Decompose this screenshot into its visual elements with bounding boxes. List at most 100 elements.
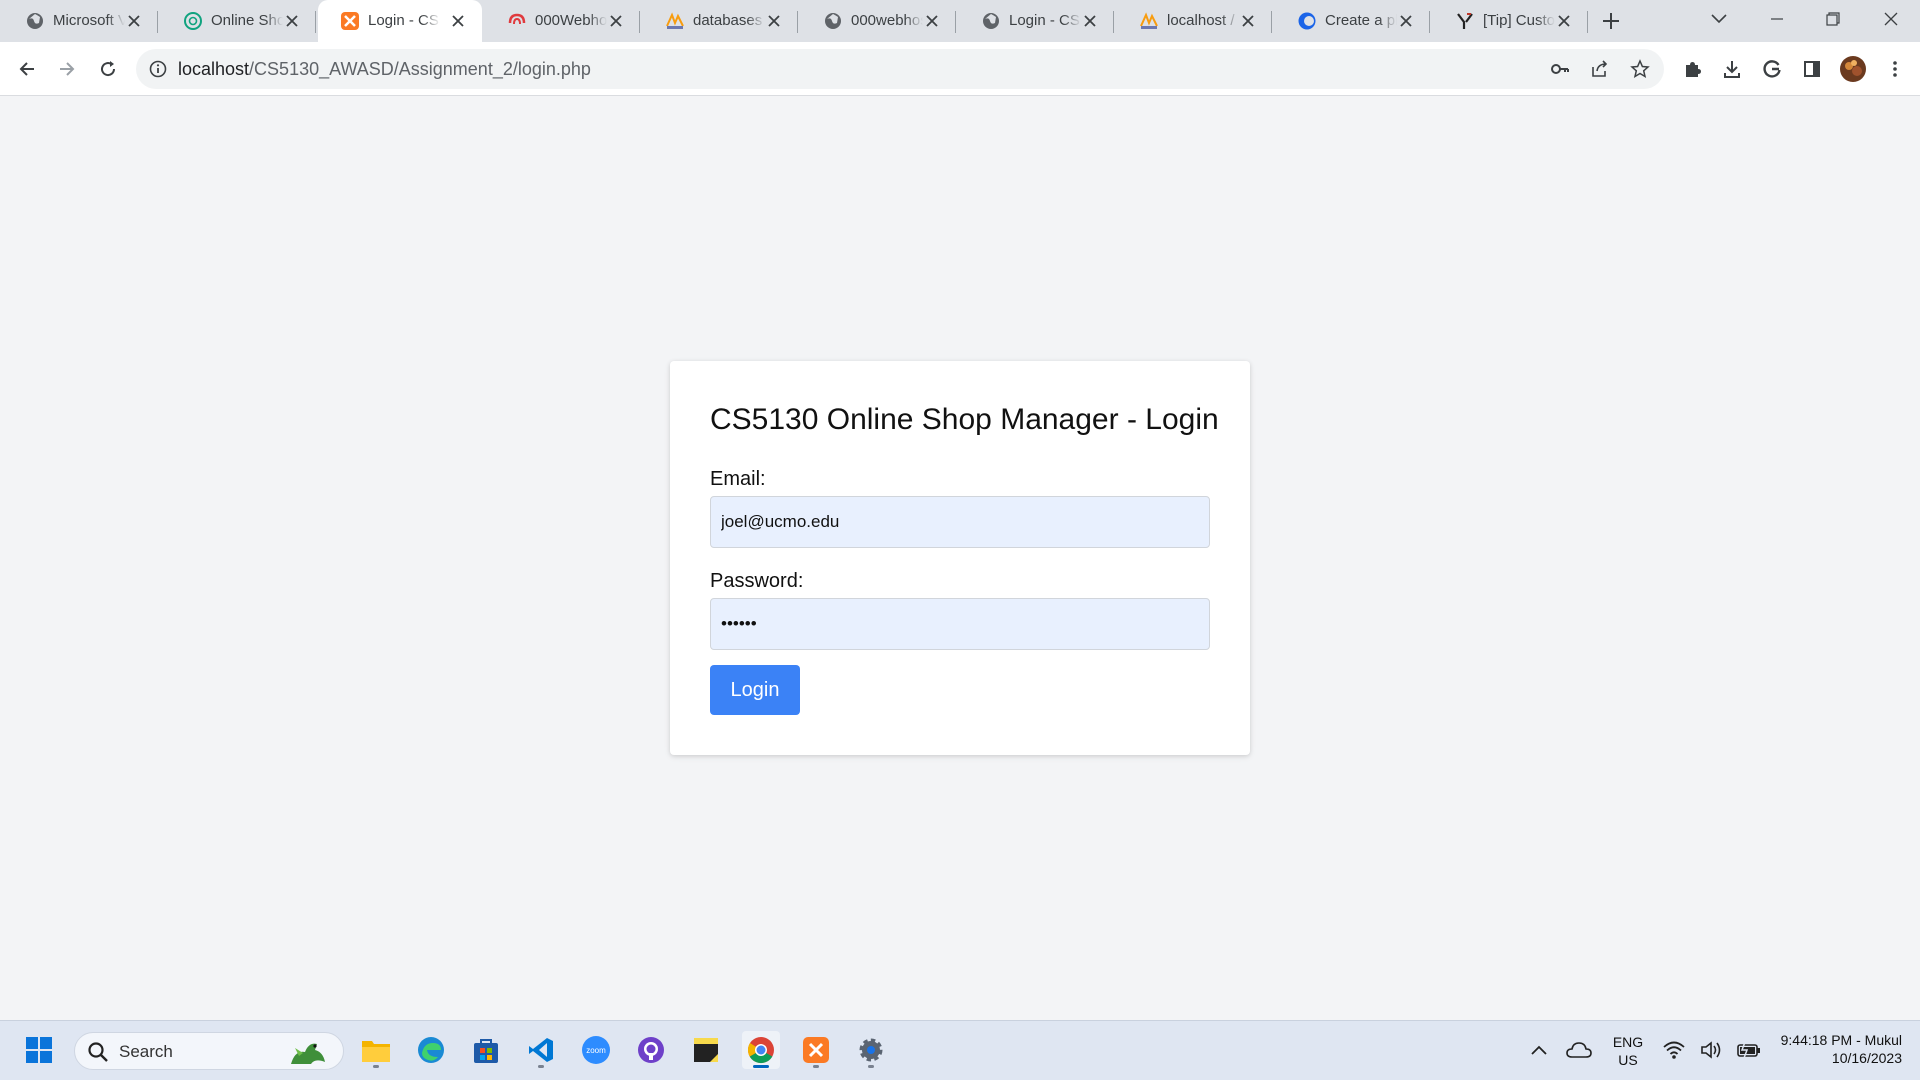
running-indicator	[753, 1065, 769, 1068]
url-path: /CS5130_AWASD/Assignment_2/login.php	[249, 59, 591, 79]
browser-toolbar: localhost/CS5130_AWASD/Assignment_2/logi…	[0, 42, 1920, 96]
close-icon[interactable]	[1080, 11, 1100, 31]
close-icon[interactable]	[282, 11, 302, 31]
taskbar: Search zoom ENG US 9:44:18 PM - Mukul 10…	[0, 1020, 1920, 1080]
onedrive-button[interactable]	[1560, 1031, 1598, 1069]
tab-title: 000webhos	[851, 12, 923, 29]
tab-7[interactable]: Login - CS5	[956, 0, 1114, 42]
close-window-button[interactable]	[1876, 4, 1906, 34]
info-icon[interactable]	[148, 59, 168, 79]
language-indicator[interactable]: ENG US	[1604, 1033, 1652, 1069]
tab-8[interactable]: localhost /	[1114, 0, 1272, 42]
browser-menu-button[interactable]	[1880, 54, 1910, 84]
tab-title: localhost /	[1167, 12, 1235, 29]
back-button[interactable]	[12, 54, 42, 84]
svg-text:zoom: zoom	[586, 1046, 606, 1055]
extensions-button[interactable]	[1678, 54, 1708, 84]
new-tab-button[interactable]	[1596, 6, 1626, 36]
github-icon	[638, 1037, 664, 1063]
running-indicator	[538, 1065, 544, 1068]
side-panel-icon	[1804, 61, 1820, 77]
share-icon[interactable]	[1588, 57, 1612, 81]
github-desktop-app[interactable]	[632, 1031, 670, 1069]
start-button[interactable]	[20, 1031, 58, 1069]
url-text[interactable]: localhost/CS5130_AWASD/Assignment_2/logi…	[178, 59, 591, 80]
windows-logo-icon	[26, 1037, 52, 1063]
webhost-icon	[508, 13, 526, 25]
google-icon	[1763, 60, 1781, 78]
xampp-app[interactable]	[797, 1031, 835, 1069]
tab-5[interactable]: databases	[640, 0, 798, 42]
downloads-button[interactable]	[1717, 54, 1747, 84]
kebab-menu-icon	[1893, 61, 1897, 77]
tab-divider	[315, 11, 316, 33]
edge-app[interactable]	[412, 1031, 450, 1069]
password-key-icon[interactable]	[1548, 57, 1572, 81]
email-field[interactable]	[710, 496, 1210, 548]
search-icon	[88, 1042, 108, 1062]
tab-2[interactable]: Online Sho	[158, 0, 316, 42]
edge-icon	[418, 1037, 444, 1063]
minimize-button[interactable]	[1762, 4, 1792, 34]
close-icon[interactable]	[1238, 11, 1258, 31]
login-card: CS5130 Online Shop Manager - Login Email…	[670, 361, 1250, 755]
download-icon	[1724, 61, 1740, 78]
clock[interactable]: 9:44:18 PM - Mukul 10/16/2023	[1752, 1031, 1902, 1067]
close-icon[interactable]	[1396, 11, 1416, 31]
tab-divider	[1587, 11, 1588, 33]
tab-title: [Tip] Custo	[1483, 12, 1555, 29]
arrow-right-icon	[60, 62, 75, 76]
close-icon[interactable]	[922, 11, 942, 31]
keyboard-layout: US	[1618, 1052, 1638, 1068]
chrome-app[interactable]	[742, 1031, 780, 1069]
wifi-icon	[1663, 1041, 1685, 1059]
show-hidden-icons-button[interactable]	[1520, 1031, 1558, 1069]
folder-icon	[362, 1041, 390, 1062]
avatar-icon	[1840, 56, 1866, 82]
forward-button[interactable]	[52, 54, 82, 84]
tab-3-active[interactable]: Login - CS5	[318, 0, 482, 42]
login-button[interactable]: Login	[710, 665, 800, 715]
tab-search-button[interactable]	[1704, 4, 1734, 34]
password-label: Password:	[710, 570, 804, 592]
xampp-icon	[803, 1037, 829, 1063]
settings-app[interactable]	[852, 1031, 890, 1069]
chrome-icon	[747, 1037, 774, 1064]
close-icon[interactable]	[1554, 11, 1574, 31]
google-extension-button[interactable]	[1757, 54, 1787, 84]
xampp-icon	[341, 12, 359, 30]
close-icon[interactable]	[764, 11, 784, 31]
edge-bing-icon	[1298, 12, 1316, 30]
tab-1[interactable]: Microsoft V	[0, 0, 158, 42]
arrow-left-icon	[19, 62, 34, 76]
vscode-app[interactable]	[522, 1031, 560, 1069]
close-icon[interactable]	[448, 11, 468, 31]
close-icon[interactable]	[124, 11, 144, 31]
password-field[interactable]	[710, 598, 1210, 650]
side-panel-button[interactable]	[1797, 54, 1827, 84]
clock-date: 10/16/2023	[1831, 1050, 1902, 1066]
tab-title: 000Webho	[535, 12, 607, 29]
file-explorer-app[interactable]	[357, 1031, 395, 1069]
restore-button[interactable]	[1818, 4, 1848, 34]
bookmark-star-icon[interactable]	[1628, 57, 1652, 81]
close-icon[interactable]	[606, 11, 626, 31]
tab-9[interactable]: Create a pl	[1272, 0, 1430, 42]
tab-6[interactable]: 000webhos	[798, 0, 956, 42]
tab-title: Login - CS5	[368, 12, 440, 29]
microsoft-store-app[interactable]	[467, 1031, 505, 1069]
tab-10[interactable]: [Tip] Custo	[1430, 0, 1588, 42]
taskbar-search[interactable]: Search	[74, 1032, 344, 1070]
tab-4[interactable]: 000Webho	[482, 0, 640, 42]
clock-time: 9:44:18 PM - Mukul	[1780, 1032, 1902, 1048]
profile-avatar[interactable]	[1838, 54, 1868, 84]
store-icon	[474, 1039, 498, 1063]
sticky-notes-app[interactable]	[687, 1031, 725, 1069]
tab-title: Create a pl	[1325, 12, 1397, 29]
zoom-app[interactable]: zoom	[577, 1031, 615, 1069]
address-bar[interactable]: localhost/CS5130_AWASD/Assignment_2/logi…	[136, 49, 1664, 89]
page-title: CS5130 Online Shop Manager - Login	[710, 403, 1219, 436]
reload-button[interactable]	[93, 54, 123, 84]
minimize-icon	[1771, 18, 1783, 20]
email-label: Email:	[710, 468, 766, 490]
